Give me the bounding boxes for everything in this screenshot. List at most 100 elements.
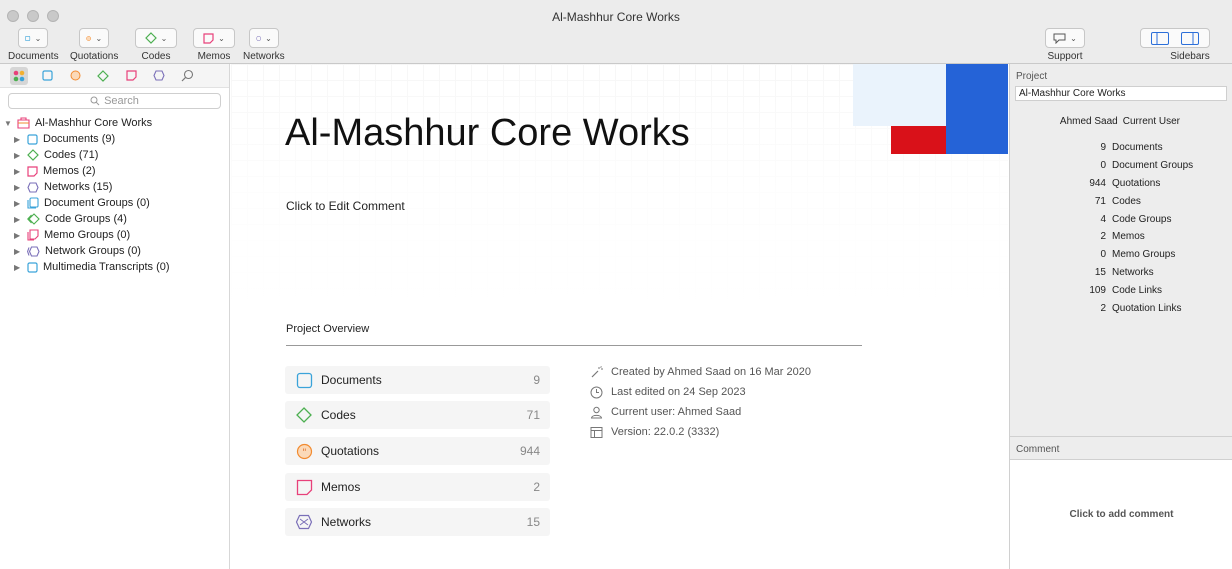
overview-row-name: Networks	[321, 515, 372, 529]
memos-button[interactable]: ⌄	[193, 28, 235, 48]
overview-row-codes[interactable]: Codes 71	[285, 401, 550, 429]
search-icon	[181, 69, 193, 82]
quotations-toolbar-item[interactable]: ⌄ Quotations	[70, 28, 118, 62]
sidebars-toolbar-item[interactable]: Sidebars	[1140, 28, 1210, 62]
network-icon	[256, 35, 261, 41]
code-icon	[97, 69, 109, 82]
chevron-down-icon: ⌄	[265, 33, 272, 43]
memos-toolbar-item[interactable]: ⌄ Memos	[193, 28, 235, 62]
sidebars-button[interactable]	[1140, 28, 1210, 48]
document-icon	[296, 372, 312, 388]
tab-search[interactable]	[178, 67, 196, 85]
document-group-icon	[27, 197, 39, 209]
tree-root[interactable]: ▼ Al-Mashhur Core Works	[4, 115, 229, 131]
tree-item-memos[interactable]: ▶ Memos (2)	[4, 163, 229, 179]
info-edited: Last edited on 24 Sep 2023	[589, 382, 811, 402]
left-sidebar: Search ▼ Al-Mashhur Core Works ▶ Documen…	[0, 64, 230, 569]
stat-row: 944 Quotations	[1089, 177, 1161, 189]
disclosure-closed-icon[interactable]: ▶	[14, 183, 22, 192]
tree-item-label: Codes (71)	[44, 149, 99, 161]
project-stats-list: 9 Documents 0 Document Groups 944 Quotation…	[1010, 139, 1232, 317]
tree-item-multimedia-transcripts[interactable]: ▶ Multimedia Transcripts (0)	[4, 259, 229, 275]
overview-row-memos[interactable]: Memos 2	[285, 473, 550, 501]
memo-icon	[27, 165, 38, 177]
disclosure-closed-icon[interactable]: ▶	[14, 215, 22, 224]
quotations-button[interactable]: ⌄	[79, 28, 110, 48]
project-name-field[interactable]: Al-Mashhur Core Works	[1015, 86, 1227, 101]
tab-memos[interactable]	[122, 67, 140, 85]
quotation-icon	[70, 70, 80, 81]
decorative-block-red	[891, 126, 946, 154]
magic-wand-icon	[591, 365, 603, 377]
overview-row-quotations[interactable]: " Quotations 944	[285, 437, 550, 465]
chevron-down-icon: ⌄	[160, 33, 168, 43]
stat-row: 109 Code Links	[1089, 284, 1163, 296]
overview-heading: Project Overview	[286, 323, 370, 335]
edit-comment-link[interactable]: Click to Edit Comment	[286, 199, 405, 213]
project-icon	[17, 117, 30, 129]
support-button[interactable]: ⌄	[1045, 28, 1085, 48]
comment-placeholder: Click to add comment	[1069, 509, 1174, 520]
tab-documents[interactable]	[38, 67, 56, 85]
search-input[interactable]: Search	[8, 93, 221, 109]
tree-item-network-groups[interactable]: ▶ Network Groups (0)	[4, 243, 229, 259]
networks-toolbar-item[interactable]: ⌄ Networks	[243, 28, 285, 62]
disclosure-closed-icon[interactable]: ▶	[14, 151, 22, 160]
codes-button[interactable]: ⌄	[135, 28, 177, 48]
project-heading: Project	[1016, 71, 1048, 82]
documents-label: Documents	[8, 51, 59, 62]
right-sidebar: Project Al-Mashhur Core Works Ahmed Saad…	[1009, 64, 1232, 569]
disclosure-closed-icon[interactable]: ▶	[14, 199, 22, 208]
documents-toolbar-item[interactable]: ⌄ Documents	[8, 28, 59, 62]
left-sidebar-toggle-icon[interactable]	[1151, 31, 1169, 45]
info-version: Version: 22.0.2 (3332)	[589, 422, 811, 442]
tree-item-code-groups[interactable]: ▶ Code Groups (4)	[4, 211, 229, 227]
tab-quotations[interactable]	[66, 67, 84, 85]
overview-row-networks[interactable]: Networks 15	[285, 508, 550, 536]
comment-field[interactable]: Click to add comment	[1010, 460, 1232, 569]
tab-networks[interactable]	[150, 67, 168, 85]
project-tree: ▼ Al-Mashhur Core Works ▶ Documents (9) …	[0, 115, 229, 275]
codes-toolbar-item[interactable]: ⌄ Codes	[135, 28, 177, 62]
disclosure-closed-icon[interactable]: ▶	[14, 231, 22, 240]
document-icon	[41, 70, 53, 81]
search-placeholder: Search	[104, 95, 139, 107]
right-sidebar-toggle-icon[interactable]	[1181, 31, 1199, 45]
user-name: Ahmed Saad	[1059, 116, 1118, 127]
tree-item-networks[interactable]: ▶ Networks (15)	[4, 179, 229, 195]
transcript-icon	[27, 261, 38, 273]
sidebars-label: Sidebars	[1170, 51, 1210, 62]
stat-row: 2 Memos	[1100, 231, 1145, 243]
overview-row-documents[interactable]: Documents 9	[285, 366, 550, 394]
stat-row: 4 Code Groups	[1100, 213, 1172, 225]
tree-item-label: Document Groups (0)	[44, 197, 150, 209]
chevron-down-icon: ⌄	[34, 33, 42, 43]
disclosure-open-icon[interactable]: ▼	[4, 119, 12, 128]
disclosure-closed-icon[interactable]: ▶	[14, 167, 22, 176]
tree-item-codes[interactable]: ▶ Codes (71)	[4, 147, 229, 163]
memo-group-icon	[27, 229, 39, 241]
tree-item-memo-groups[interactable]: ▶ Memo Groups (0)	[4, 227, 229, 243]
overview-row-name: Memos	[321, 480, 361, 494]
tree-item-label: Memo Groups (0)	[44, 229, 131, 241]
user-icon	[590, 406, 602, 418]
disclosure-closed-icon[interactable]: ▶	[14, 263, 22, 272]
stat-row: 0 Memo Groups	[1100, 249, 1176, 261]
support-toolbar-item[interactable]: ⌄ Support	[1045, 28, 1085, 62]
page-title: Al-Mashhur Core Works	[285, 112, 690, 154]
tree-item-documents[interactable]: ▶ Documents (9)	[4, 131, 229, 147]
networks-label: Networks	[243, 51, 285, 62]
tab-all[interactable]	[10, 66, 28, 85]
tree-item-label: Documents (9)	[43, 133, 116, 145]
disclosure-closed-icon[interactable]: ▶	[14, 135, 22, 144]
search-icon	[90, 96, 100, 106]
tree-item-label: Network Groups (0)	[45, 245, 141, 257]
tree-item-document-groups[interactable]: ▶ Document Groups (0)	[4, 195, 229, 211]
code-icon	[144, 32, 157, 44]
disclosure-closed-icon[interactable]: ▶	[14, 247, 22, 256]
networks-button[interactable]: ⌄	[248, 28, 279, 48]
tree-item-label: Code Groups (4)	[45, 213, 127, 225]
tab-codes[interactable]	[94, 67, 112, 85]
documents-button[interactable]: ⌄	[18, 28, 49, 48]
chevron-down-icon: ⌄	[218, 33, 225, 43]
